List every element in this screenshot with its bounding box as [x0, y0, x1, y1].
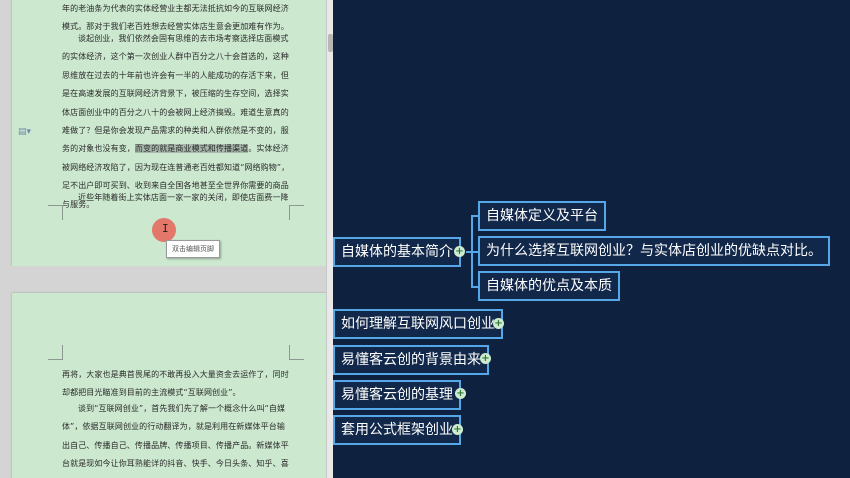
highlighted-text: 而变的就是商业模式和传播渠道 [134, 144, 249, 154]
expand-topic-icon[interactable]: + [452, 424, 463, 435]
mindmap-child-definition[interactable]: 自媒体定义及平台 [478, 201, 606, 231]
expand-topic-icon[interactable]: + [480, 353, 491, 364]
mindmap-topic-internet-startup[interactable]: 如何理解互联网风口创业 [333, 309, 503, 339]
footer-edit-tooltip: 双击编辑页脚 [166, 240, 220, 258]
paragraph-2-text: 谈起创业，我们依然会固有思维的去市场考察选择店面模式的实体经济，这个第一次创业人… [62, 34, 289, 154]
page-gap [0, 266, 326, 293]
mindmap-child-advantages[interactable]: 自媒体的优点及本质 [478, 271, 620, 301]
mindmap-canvas[interactable]: 自媒体的基本简介 + 自媒体定义及平台 为什么选择互联网创业？与实体店创业的优缺… [333, 0, 850, 478]
mindmap-topic-formula-framework[interactable]: 套用公式框架创业 [333, 415, 461, 445]
paragraph-3: 近些年随着街上实体店面一家一家的关闭，即使店面费一降 [78, 193, 289, 202]
margin-mark [289, 345, 304, 360]
vertical-scrollbar[interactable] [326, 0, 333, 478]
paragraph-layout-icon[interactable]: ▤▾ [18, 127, 31, 137]
mindmap-root-node[interactable]: 自媒体的基本简介 [333, 237, 461, 267]
paragraph-4: 再将，大家也是典首畏尾的不敢再投入大量资金去运作了，同时却都把目光瞄准到目前的主… [62, 370, 289, 398]
text-cursor-icon: I [162, 222, 169, 235]
mindmap-topic-background[interactable]: 易懂客云创的背景由来 [333, 345, 489, 375]
margin-mark [48, 345, 63, 360]
margin-mark [48, 205, 63, 220]
paragraph-2: 谈起创业，我们依然会固有思维的去市场考察选择店面模式的实体经济，这个第一次创业人… [62, 30, 290, 214]
collapse-root-icon[interactable]: + [454, 246, 465, 257]
mindmap-child-why-internet[interactable]: 为什么选择互联网创业？与实体店创业的优缺点对比。 [478, 236, 830, 266]
margin-mark [289, 205, 304, 220]
mindmap-topic-basis[interactable]: 易懂客云创的基理 [333, 380, 461, 410]
document-pane[interactable]: 年的老油条为代表的实体经营业主都无法抵抗如今的互联网经济模式。那对于我们老百姓想… [0, 0, 333, 478]
expand-topic-icon[interactable]: + [455, 388, 466, 399]
connector-line [471, 215, 473, 287]
paragraph-5: 谈到“互联网创业”，首先我们先了解一个概念什么叫“自媒体”，依据互联网创业的行动… [62, 404, 289, 478]
expand-topic-icon[interactable]: + [493, 318, 504, 329]
